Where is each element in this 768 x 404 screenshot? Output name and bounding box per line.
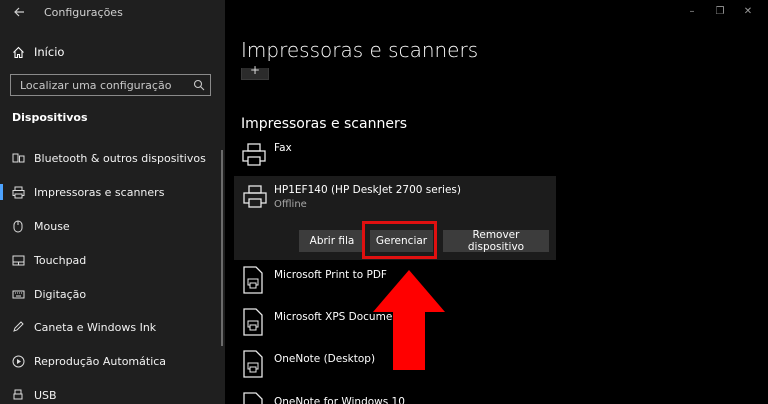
- printer-item-fax[interactable]: Fax: [241, 142, 571, 178]
- printer-name: OneNote for Windows 10: [274, 396, 405, 404]
- minimize-button[interactable]: –: [685, 6, 699, 18]
- sidebar-item-mouse[interactable]: Mouse: [0, 211, 225, 241]
- printer-name: OneNote (Desktop): [274, 353, 376, 365]
- sidebar-item-label: Impressoras e scanners: [34, 185, 165, 199]
- plus-icon: +: [250, 63, 261, 77]
- keyboard-icon: [11, 287, 25, 301]
- printer-name: Fax: [274, 142, 292, 154]
- up-arrow-annotation-icon: [373, 270, 445, 370]
- printer-icon: [11, 185, 25, 199]
- sidebar-item-usb[interactable]: USB: [0, 380, 225, 404]
- remove-device-button[interactable]: Remover dispositivo: [443, 229, 549, 253]
- add-printer-button[interactable]: +: [241, 63, 269, 80]
- sidebar-scrollbar[interactable]: [221, 150, 223, 346]
- app-title: Configurações: [44, 6, 123, 19]
- home-link[interactable]: Início: [12, 42, 64, 62]
- document-printer-icon: [243, 266, 263, 294]
- sidebar-item-label: Mouse: [34, 219, 70, 233]
- sidebar-item-label: Digitação: [34, 287, 87, 301]
- sidebar-item-label: Caneta e Windows Ink: [34, 320, 157, 334]
- document-printer-icon: [243, 392, 263, 404]
- document-printer-icon: [243, 350, 263, 378]
- autoplay-icon: [11, 354, 25, 368]
- section-heading-devices: Dispositivos: [12, 111, 88, 124]
- printer-item-onenote-win10[interactable]: OneNote for Windows 10: [241, 392, 571, 404]
- sidebar-item-pen[interactable]: Caneta e Windows Ink: [0, 312, 225, 342]
- sidebar-item-label: Bluetooth & outros dispositivos: [34, 151, 206, 165]
- sidebar-item-typing[interactable]: Digitação: [0, 279, 225, 309]
- bluetooth-icon: [11, 151, 25, 165]
- usb-icon: [11, 388, 25, 402]
- sidebar-item-label: Touchpad: [34, 253, 87, 267]
- document-printer-icon: [243, 308, 263, 336]
- printer-name: Microsoft Print to PDF: [274, 269, 387, 281]
- maximize-button[interactable]: ❐: [713, 6, 727, 18]
- back-arrow-icon[interactable]: [12, 5, 26, 19]
- sidebar-item-touchpad[interactable]: Touchpad: [0, 245, 225, 275]
- home-label: Início: [34, 45, 65, 59]
- mouse-icon: [11, 219, 25, 233]
- printer-icon: [242, 143, 266, 166]
- sidebar-item-bluetooth[interactable]: Bluetooth & outros dispositivos: [0, 143, 225, 173]
- printer-icon: [243, 185, 267, 208]
- section-heading-printers: Impressoras e scanners: [241, 116, 407, 132]
- open-queue-button[interactable]: Abrir fila: [299, 230, 365, 252]
- touchpad-icon: [11, 253, 25, 267]
- pen-icon: [11, 320, 25, 334]
- sidebar-item-label: USB: [34, 388, 57, 402]
- sidebar-item-label: Reprodução Automática: [34, 354, 167, 368]
- sidebar: Configurações Início Localizar uma confi…: [0, 0, 225, 404]
- highlight-box: [362, 221, 437, 259]
- search-placeholder: Localizar uma configuração: [20, 79, 172, 92]
- page-title: Impressoras e scanners: [241, 38, 479, 62]
- sidebar-item-printers[interactable]: Impressoras e scanners: [0, 177, 225, 207]
- printer-status: Offline: [274, 199, 307, 210]
- search-input[interactable]: Localizar uma configuração: [10, 74, 211, 96]
- search-icon[interactable]: [193, 79, 205, 91]
- sidebar-item-autoplay[interactable]: Reprodução Automática: [0, 346, 225, 376]
- printer-name: HP1EF140 (HP DeskJet 2700 series): [274, 184, 461, 196]
- home-icon: [13, 46, 24, 58]
- close-button[interactable]: ✕: [741, 6, 755, 18]
